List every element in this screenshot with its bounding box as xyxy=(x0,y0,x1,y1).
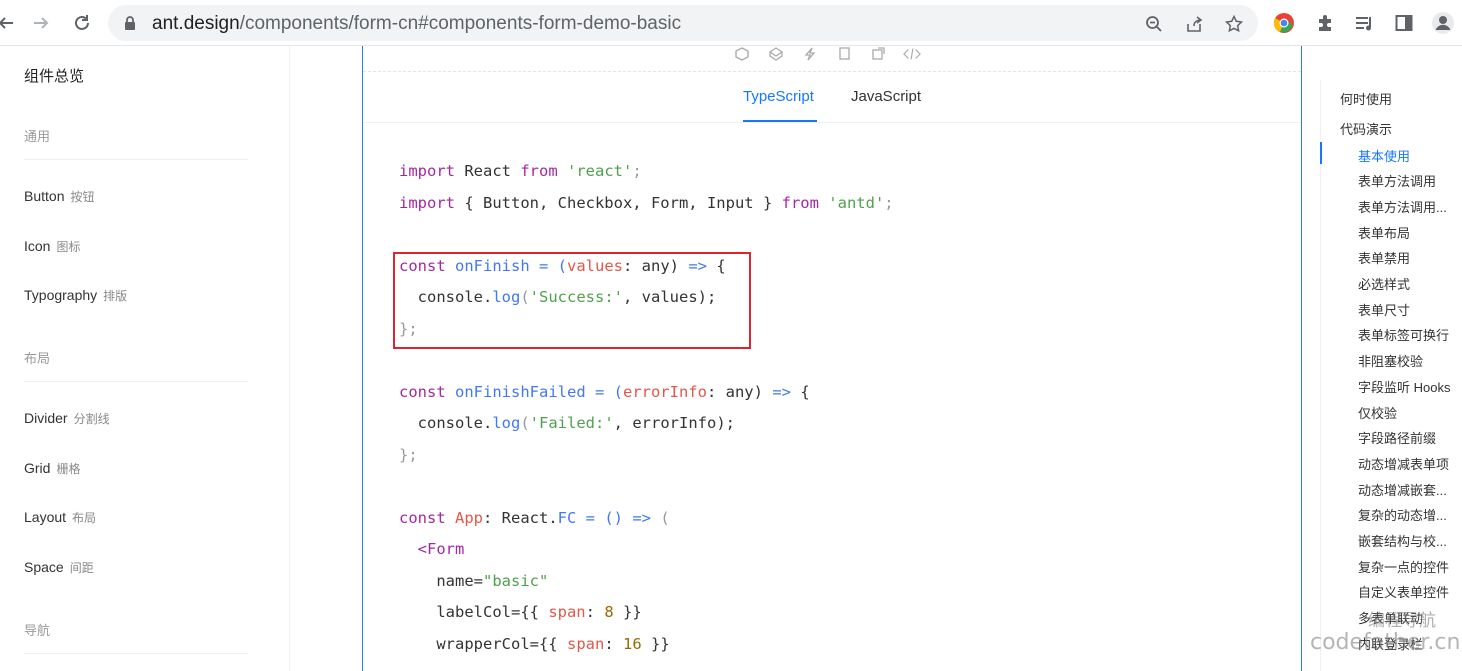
back-icon[interactable] xyxy=(0,9,20,37)
watermark-domain: codefather.cn xyxy=(1310,630,1461,655)
sidebar-item-sublabel: 图标 xyxy=(56,240,81,254)
tab-typescript[interactable]: TypeScript xyxy=(743,88,814,105)
sidebar-item-typography[interactable]: Typography 排版 xyxy=(24,287,127,304)
anchor-item[interactable]: 非阻塞校验 xyxy=(1358,351,1458,370)
code-line: console.log('Failed:', errorInfo); xyxy=(399,414,735,432)
forward-icon[interactable] xyxy=(27,9,55,37)
sidebar-item-grid[interactable]: Grid 栅格 xyxy=(24,460,80,477)
sidebar-item-sublabel: 栅格 xyxy=(56,462,81,476)
anchor-item[interactable]: 自定义表单控件 xyxy=(1358,582,1458,601)
sidebar-item-label: Grid xyxy=(24,460,51,476)
sidebar-item-sublabel: 间距 xyxy=(69,561,94,575)
stackblitz-icon[interactable] xyxy=(801,46,819,62)
sidebar-item-sublabel: 布局 xyxy=(72,511,97,525)
anchor-item[interactable]: 表单布局 xyxy=(1358,223,1458,242)
anchor-item[interactable]: 复杂的动态增... xyxy=(1358,505,1458,524)
url-text[interactable]: ant.design/components/form-cn#components… xyxy=(152,13,681,35)
anchor-item[interactable]: 字段监听 Hooks xyxy=(1358,377,1458,396)
code-line: <Form xyxy=(399,540,465,558)
watermark-text: 编程导航 xyxy=(1368,611,1436,630)
sidebar-item-label: Typography xyxy=(24,287,98,303)
code-line: }; xyxy=(399,446,418,464)
anchor-item[interactable]: 动态增减嵌套... xyxy=(1358,480,1458,499)
divider xyxy=(363,71,1301,72)
sidebar-item-divider[interactable]: Divider 分割线 xyxy=(24,410,110,427)
sidebar-item-sublabel: 分割线 xyxy=(73,412,110,426)
external-link-icon[interactable] xyxy=(869,46,887,62)
anchor-item[interactable]: 必选样式 xyxy=(1358,274,1458,293)
code-line: const onFinish = (values: any) => { xyxy=(399,257,726,275)
divider xyxy=(363,122,1301,123)
sidebar-item-label: Icon xyxy=(24,238,51,254)
puzzle-icon[interactable] xyxy=(1312,10,1338,36)
code-demo-panel: TypeScript JavaScript import React from … xyxy=(362,46,1302,671)
code-line: labelCol={{ span: 8 }} xyxy=(399,603,642,621)
sidebar-item-label: Layout xyxy=(24,509,67,525)
sidebar-item-sublabel: 按钮 xyxy=(70,190,95,204)
address-bar[interactable]: ant.design/components/form-cn#components… xyxy=(108,5,1258,41)
sidebar-item-button[interactable]: Button 按钮 xyxy=(24,188,95,205)
divider xyxy=(24,159,248,160)
demo-toolbar xyxy=(733,46,921,64)
anchor-track xyxy=(1320,80,1321,671)
code-expand-icon[interactable] xyxy=(903,46,921,62)
codepen-icon[interactable] xyxy=(767,46,785,62)
reload-icon[interactable] xyxy=(68,9,96,37)
code-line: import { Button, Checkbox, Form, Input }… xyxy=(399,194,894,212)
divider xyxy=(24,653,248,654)
anchor-item[interactable]: 动态增减表单项 xyxy=(1358,454,1458,473)
anchor-item[interactable]: 表单方法调用... xyxy=(1358,197,1458,216)
code-line: const onFinishFailed = (errorInfo: any) … xyxy=(399,383,810,401)
sidebar-item-label: Button xyxy=(24,188,65,204)
sidebar-item-overview[interactable]: 组件总览 xyxy=(24,65,84,86)
code-line: }; xyxy=(399,320,418,338)
anchor-item[interactable]: 表单标签可换行 xyxy=(1358,325,1458,344)
anchor-item[interactable]: 仅校验 xyxy=(1358,403,1458,422)
anchor-item[interactable]: 嵌套结构与校... xyxy=(1358,531,1458,550)
code-line: import React from 'react'; xyxy=(399,162,642,180)
sidebar-item-space[interactable]: Space 间距 xyxy=(24,559,94,576)
sidebar-item-layout[interactable]: Layout 布局 xyxy=(24,509,96,526)
code-line: wrapperCol={{ span: 16 }} xyxy=(399,635,670,653)
sidebar-item-sublabel: 排版 xyxy=(103,289,128,303)
share-icon[interactable] xyxy=(1183,13,1205,35)
sidebar-group-navigation: 导航 xyxy=(24,623,51,638)
sidebar-group-general: 通用 xyxy=(24,129,51,144)
divider xyxy=(24,381,248,382)
sidebar-item-label: Space xyxy=(24,559,64,575)
copy-icon[interactable] xyxy=(835,46,853,62)
anchor-item[interactable]: 表单尺寸 xyxy=(1358,300,1458,319)
component-sidebar: 组件总览 通用 Button 按钮 Icon 图标 Typography 排版 布局 … xyxy=(0,46,290,671)
chrome-extension-icon[interactable] xyxy=(1271,10,1297,36)
code-language-tabs: TypeScript JavaScript xyxy=(363,86,1301,122)
codesandbox-icon[interactable] xyxy=(733,46,751,62)
bookmark-star-icon[interactable] xyxy=(1223,13,1245,35)
sidebar-item-label: Divider xyxy=(24,410,68,426)
anchor-item[interactable]: 基本使用 xyxy=(1358,146,1458,165)
anchor-examples[interactable]: 代码演示 xyxy=(1340,119,1392,138)
anchor-item[interactable]: 字段路径前缀 xyxy=(1358,428,1458,447)
profile-avatar-icon[interactable] xyxy=(1430,10,1456,36)
code-line: console.log('Success:', values); xyxy=(399,288,717,306)
side-panel-icon[interactable] xyxy=(1391,10,1417,36)
sidebar-group-layout: 布局 xyxy=(24,351,51,366)
browser-toolbar: ant.design/components/form-cn#components… xyxy=(0,0,1462,46)
tab-javascript[interactable]: JavaScript xyxy=(851,88,921,105)
code-line: name="basic" xyxy=(399,572,549,590)
zoom-icon[interactable] xyxy=(1143,13,1165,35)
sidebar-item-icon[interactable]: Icon 图标 xyxy=(24,238,80,255)
anchor-active-indicator xyxy=(1320,142,1322,164)
anchor-item[interactable]: 表单方法调用 xyxy=(1358,171,1458,190)
anchor-when-to-use[interactable]: 何时使用 xyxy=(1340,89,1392,108)
anchor-item[interactable]: 表单禁用 xyxy=(1358,248,1458,267)
code-line: const App: React.FC = () => ( xyxy=(399,509,670,527)
lock-icon[interactable] xyxy=(122,15,138,31)
reading-list-icon[interactable] xyxy=(1351,10,1377,36)
anchor-item[interactable]: 复杂一点的控件 xyxy=(1358,557,1458,576)
